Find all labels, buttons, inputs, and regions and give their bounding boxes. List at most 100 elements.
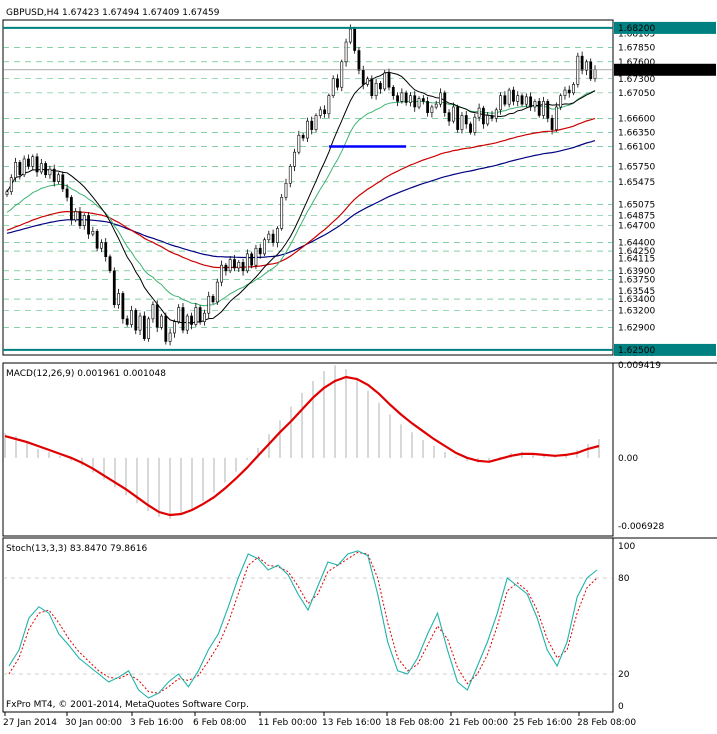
- candle-body: [65, 188, 69, 198]
- candle-body: [537, 101, 541, 116]
- candle-body: [464, 115, 468, 125]
- candle-body: [134, 310, 138, 331]
- candle-body: [267, 233, 271, 241]
- candle-body: [554, 106, 558, 130]
- candle-body: [520, 95, 524, 105]
- candle-body: [572, 84, 575, 94]
- candle-body: [224, 264, 228, 272]
- candle-body: [413, 95, 417, 108]
- candle-body: [293, 151, 296, 167]
- price-title: GBPUSD,H4 1.67423 1.67494 1.67409 1.6745…: [6, 8, 220, 18]
- candle-body: [486, 115, 490, 125]
- candle-body: [69, 197, 73, 221]
- stoch-axis-label: 80: [618, 574, 630, 584]
- candle-body: [533, 101, 537, 108]
- candle-body: [27, 158, 30, 167]
- candle-body: [417, 98, 421, 108]
- candle-body: [409, 95, 412, 103]
- candle-body: [546, 101, 550, 119]
- price-pane: 1.681051.678501.676001.673001.670501.666…: [2, 19, 716, 359]
- candle-body: [211, 295, 215, 303]
- candle-body: [87, 215, 90, 235]
- candle-body: [112, 270, 116, 306]
- candle-body: [323, 109, 327, 115]
- candle-body: [61, 174, 65, 190]
- candle-body: [580, 55, 584, 71]
- candle-body: [100, 242, 103, 249]
- stoch-title: Stoch(13,3,3) 83.8470 79.8616: [6, 544, 147, 554]
- candle-body: [374, 82, 378, 96]
- candle-body: [74, 211, 78, 221]
- candle-body: [194, 307, 198, 325]
- candle-body: [430, 106, 434, 113]
- candle-body: [275, 228, 279, 243]
- candle-body: [576, 55, 580, 85]
- candle-body: [361, 69, 365, 85]
- candle-body: [117, 293, 120, 306]
- candle-body: [142, 315, 146, 339]
- price-axis-label: 1.64115: [618, 255, 655, 265]
- candle-body: [421, 98, 425, 102]
- candle-body: [348, 28, 352, 43]
- time-axis-label: 11 Feb 00:00: [258, 718, 317, 728]
- time-axis-label: 3 Feb 16:00: [130, 718, 184, 728]
- candle-body: [314, 115, 318, 130]
- candle-body: [391, 86, 395, 96]
- time-axis-label: 6 Feb 08:00: [193, 718, 247, 728]
- candle-body: [460, 115, 464, 130]
- time-axis-label: 13 Feb 16:00: [322, 718, 381, 728]
- candle-body: [447, 112, 451, 122]
- candle-body: [241, 262, 245, 272]
- candle-body: [254, 247, 258, 266]
- candle-body: [39, 163, 43, 173]
- candle-body: [434, 103, 438, 108]
- candle-body: [164, 315, 168, 342]
- candle-body: [233, 259, 236, 269]
- candle-body: [559, 95, 563, 108]
- candle-body: [507, 89, 511, 105]
- candle-body: [336, 78, 339, 88]
- candle-body: [331, 78, 335, 96]
- macd-pane: 0.009419 0.00 -0.006928: [2, 361, 717, 537]
- stoch-frame: [2, 537, 614, 713]
- candle-body: [512, 89, 515, 102]
- price-axis-label: 1.64700: [618, 222, 655, 232]
- candle-body: [181, 307, 185, 331]
- candle-body: [589, 61, 593, 80]
- candle-body: [108, 256, 112, 272]
- candle-body: [306, 120, 309, 139]
- candle-body: [91, 230, 95, 235]
- candle-body: [245, 253, 249, 272]
- time-axis-label: 25 Feb 16:00: [513, 718, 572, 728]
- candle-body: [529, 96, 533, 108]
- candle-body: [203, 312, 206, 322]
- candle-body: [357, 50, 361, 71]
- candle-body: [22, 158, 26, 176]
- price-axis-label: 1.63750: [618, 275, 655, 285]
- price-axis-label: 1.67050: [618, 89, 655, 99]
- candle-body: [14, 162, 17, 178]
- candle-body: [310, 120, 314, 130]
- candle-body: [177, 307, 181, 322]
- price-axis-label: 1.62900: [618, 323, 655, 333]
- time-axis-label: 30 Jan 00:00: [65, 718, 122, 728]
- gbpusd-h4-chart: 1.68105 1.67850 1.67600 1.67300 1.67050 1.666…: [0, 0, 717, 730]
- candle-body: [404, 92, 408, 103]
- candle-body: [585, 61, 588, 71]
- copyright-text: FxPro MT4, © 2001-2014, MetaQuotes Softw…: [6, 700, 249, 710]
- candle-body: [160, 315, 163, 328]
- candle-body: [198, 307, 202, 322]
- candle-body: [593, 69, 597, 80]
- price-axis-label: 1.66100: [618, 143, 655, 153]
- candle-body: [327, 95, 331, 115]
- candle-body: [263, 239, 266, 255]
- price-axis-label: 1.65075: [618, 200, 655, 210]
- stoch-pane: 100 80 20 0: [2, 537, 717, 713]
- candle-body: [439, 92, 442, 105]
- candle-body: [207, 295, 211, 314]
- price-axis-label: 1.67300: [618, 75, 655, 85]
- macd-axis-label: 0.009419: [618, 361, 661, 371]
- candle-body: [370, 78, 374, 96]
- candle-body: [443, 92, 447, 113]
- macd-frame: [2, 362, 614, 537]
